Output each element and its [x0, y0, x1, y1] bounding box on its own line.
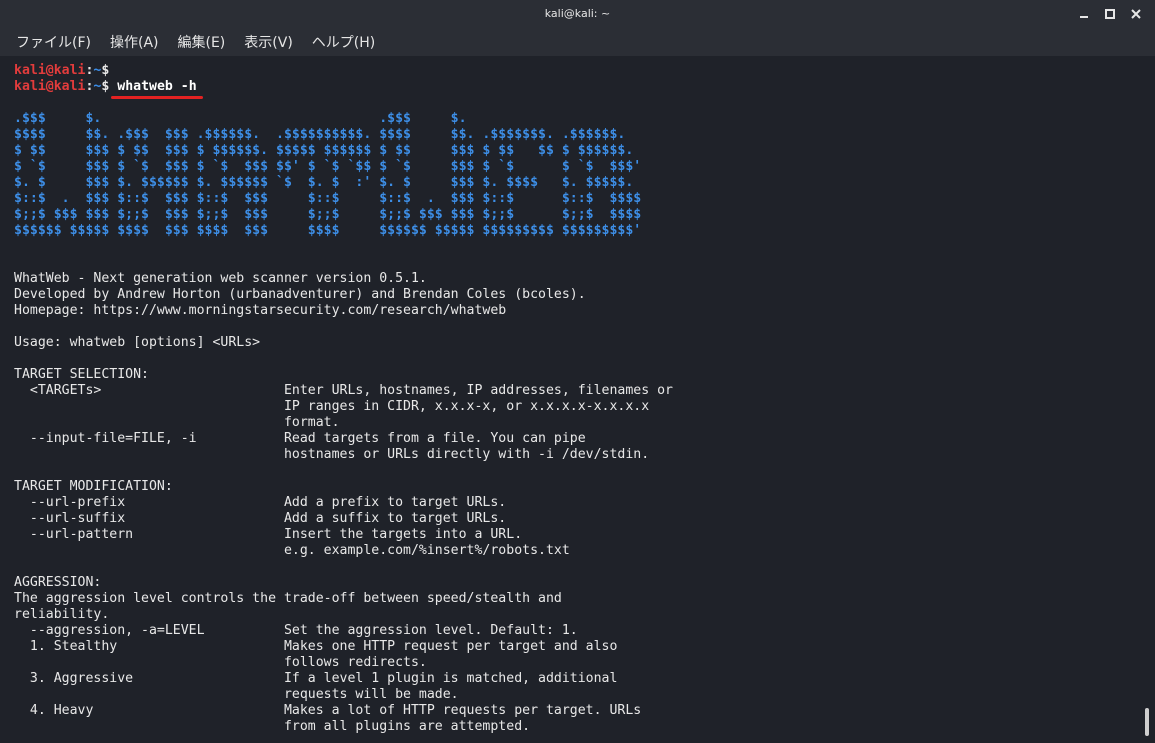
red-underline-annotation [111, 96, 203, 99]
ascii-art-logo: .$$$ $. .$$$ $. $$$$ $$. .$$$ $$$ .$$$$$$… [14, 111, 1140, 239]
output-line: 4. Heavy Makes a lot of HTTP requests pe… [14, 703, 642, 718]
close-button[interactable] [1125, 3, 1147, 25]
output-line: from all plugins are attempted. [14, 719, 531, 734]
output-line: --url-prefix Add a prefix to target URLs… [14, 495, 507, 510]
output-line: WhatWeb - Next generation web scanner ve… [14, 271, 427, 286]
scrollbar-thumb[interactable] [1145, 708, 1149, 736]
output-line: Usage: whatweb [options] <URLs> [14, 335, 261, 350]
prompt-symbol: $ [101, 63, 110, 78]
menu-view[interactable]: 表示(V) [238, 29, 299, 55]
output-line: Homepage: https://www.morningstarsecurit… [14, 303, 507, 318]
command-text: whatweb -h [111, 79, 203, 99]
output-line: reliability. [14, 607, 110, 622]
output-line: hostnames or URLs directly with -i /dev/… [14, 447, 650, 462]
output-line: <TARGETs> Enter URLs, hostnames, IP addr… [14, 383, 673, 398]
ascii-art-line: $$$$$$ $$$$$ $$$$ $$$ $$$$ $$$ $$$$ $$$$… [14, 223, 642, 238]
minimize-icon [1080, 16, 1088, 18]
menu-bar: ファイル(F) 操作(A) 編集(E) 表示(V) ヘルプ(H) [0, 28, 1155, 56]
minimize-button[interactable] [1073, 3, 1095, 25]
output-line: IP ranges in CIDR, x.x.x-x, or x.x.x.x-x… [14, 399, 650, 414]
output-line: AGGRESSION: [14, 575, 102, 590]
output-line: --url-pattern Insert the targets into a … [14, 527, 523, 542]
output-line: e.g. example.com/%insert%/robots.txt [14, 543, 570, 558]
ascii-art-line: $$$$ $$. .$$$ $$$ .$$$$$$. .$$$$$$$$$$. … [14, 127, 626, 142]
output-line: TARGET SELECTION: [14, 367, 149, 382]
prompt-line-command: kali@kali:~$ whatweb -h [14, 79, 1140, 99]
maximize-button[interactable] [1099, 3, 1121, 25]
output-line: requests will be made. [14, 687, 459, 702]
title-bar[interactable]: kali@kali: ~ [0, 0, 1155, 28]
output-line: format. [14, 415, 340, 430]
output-line: 1. Stealthy Makes one HTTP request per t… [14, 639, 618, 654]
prompt-line-empty: kali@kali:~$ [14, 63, 1140, 79]
menu-file[interactable]: ファイル(F) [10, 29, 97, 55]
output-line: --input-file=FILE, -i Read targets from … [14, 431, 586, 446]
output-line: 3. Aggressive If a level 1 plugin is mat… [14, 671, 618, 686]
scrollbar[interactable] [1140, 56, 1155, 743]
ascii-art-line: $;;$ $$$ $$$ $;;$ $$$ $;;$ $$$ $;;$ $;;$… [14, 207, 642, 222]
maximize-icon [1105, 9, 1115, 19]
output-line: TARGET MODIFICATION: [14, 479, 173, 494]
ascii-art-line: $ $$ $$$ $ $$ $$$ $ $$$$$$. $$$$$ $$$$$$… [14, 143, 634, 158]
menu-help[interactable]: ヘルプ(H) [306, 29, 381, 55]
terminal-window: kali@kali: ~ ファイル(F) 操作(A) 編集(E) 表示(V) ヘ… [0, 0, 1155, 743]
output-line: --aggression, -a=LEVEL Set the aggressio… [14, 623, 578, 638]
ascii-art-line: .$$$ $. .$$$ $. [14, 111, 467, 126]
terminal-output[interactable]: kali@kali:~$ kali@kali:~$ whatweb -h .$$… [0, 56, 1140, 743]
output-line: --url-suffix Add a suffix to target URLs… [14, 511, 507, 526]
ascii-art-line: $ `$ $$$ $ `$ $$$ $ `$ $$$ $$' $ `$ `$$ … [14, 159, 642, 174]
menu-action[interactable]: 操作(A) [104, 29, 165, 55]
output-line: The aggression level controls the trade-… [14, 591, 562, 606]
output-line: follows redirects. [14, 655, 427, 670]
prompt-user-host: kali@kali [14, 63, 86, 78]
window-controls [1073, 0, 1147, 28]
prompt-symbol: $ [101, 79, 110, 94]
ascii-art-line: $::$ . $$$ $::$ $$$ $::$ $$$ $::$ $::$ .… [14, 191, 642, 206]
output-line: Developed by Andrew Horton (urbanadventu… [14, 287, 586, 302]
window-title: kali@kali: ~ [544, 7, 611, 20]
menu-edit[interactable]: 編集(E) [172, 29, 232, 55]
prompt-user-host: kali@kali [14, 79, 86, 94]
close-icon [1131, 9, 1141, 19]
ascii-art-line: $. $ $$$ $. $$$$$$ $. $$$$$$ `$ $. $ :' … [14, 175, 634, 190]
command-value: whatweb -h [117, 79, 197, 94]
help-output: WhatWeb - Next generation web scanner ve… [14, 239, 1140, 735]
